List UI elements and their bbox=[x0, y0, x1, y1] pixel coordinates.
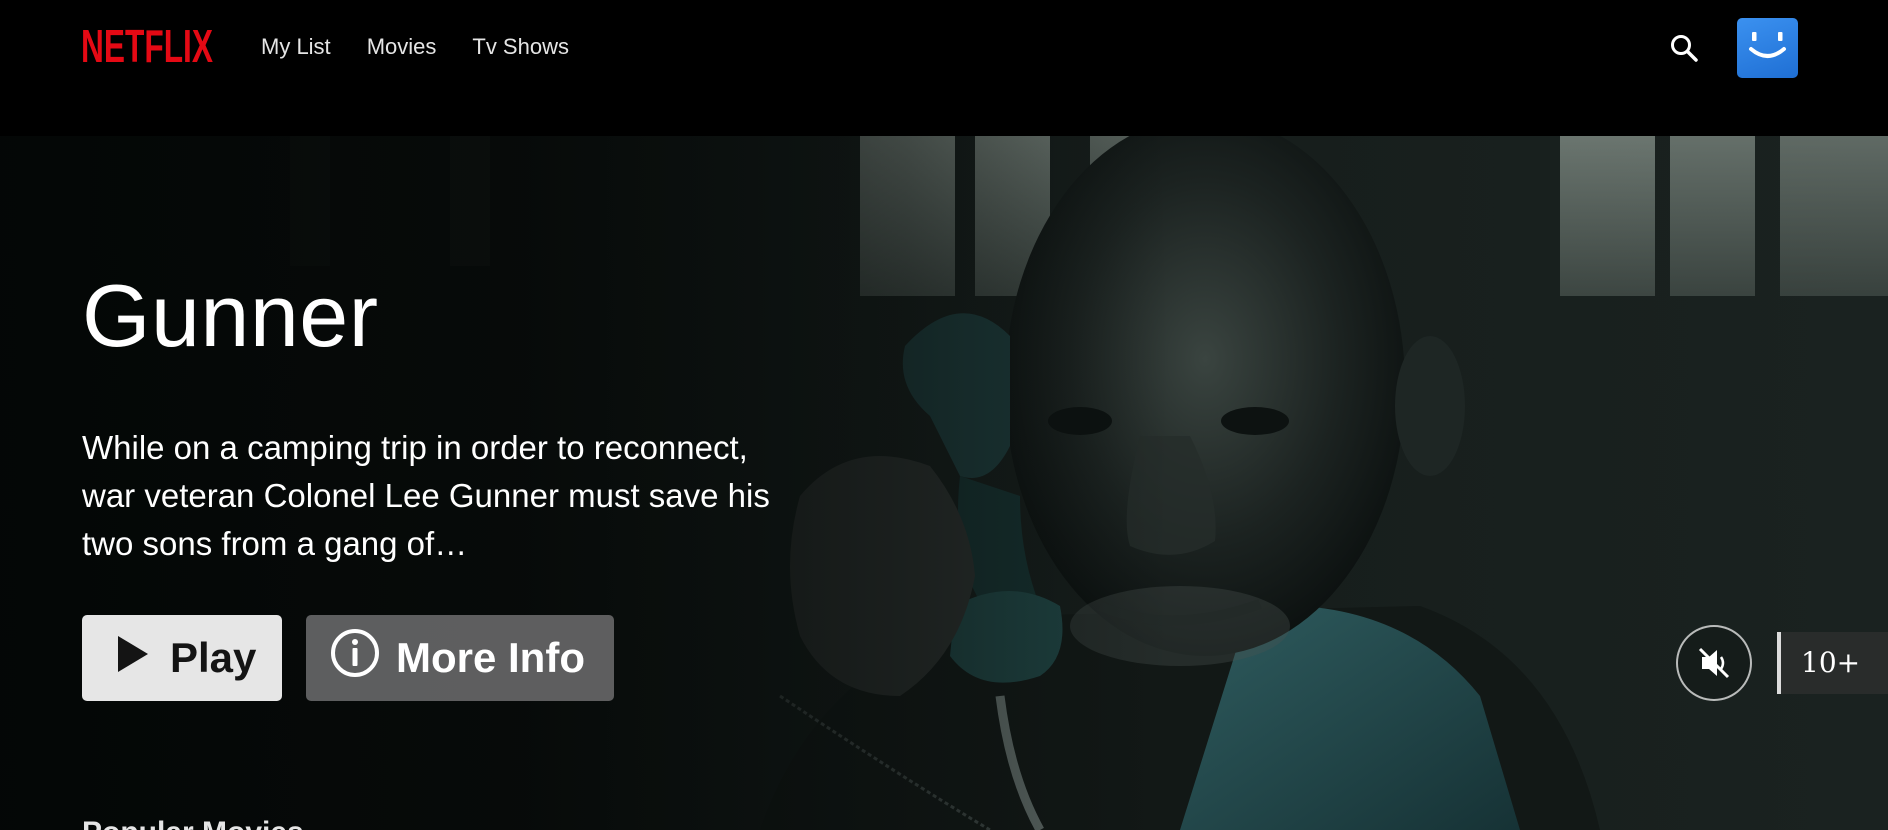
search-icon bbox=[1671, 35, 1698, 62]
maturity-rating-badge: 10+ bbox=[1777, 632, 1888, 694]
nav-link-my-list[interactable]: My List bbox=[261, 34, 331, 60]
search-button[interactable] bbox=[1668, 32, 1700, 64]
play-button-label: Play bbox=[170, 634, 257, 681]
nav-link-movies[interactable]: Movies bbox=[367, 34, 437, 60]
row-heading-popular-movies: Popular Movies bbox=[82, 816, 304, 830]
info-icon bbox=[330, 628, 380, 688]
netflix-logo[interactable]: NETFLIX bbox=[81, 22, 213, 68]
svg-text:NETFLIX: NETFLIX bbox=[81, 22, 213, 68]
volume-muted-icon bbox=[1698, 647, 1730, 679]
play-icon bbox=[118, 634, 148, 682]
top-nav: NETFLIX My List Movies Tv Shows bbox=[0, 0, 1888, 136]
more-info-button[interactable]: More Info bbox=[306, 615, 614, 701]
play-button[interactable]: Play bbox=[82, 615, 282, 701]
smiley-avatar-icon bbox=[1749, 32, 1786, 58]
hero-synopsis: While on a camping trip in order to reco… bbox=[82, 429, 770, 562]
hero-billboard: Gunner While on a camping trip in order … bbox=[0, 136, 1888, 830]
primary-nav: My List Movies Tv Shows bbox=[261, 34, 569, 60]
profile-avatar[interactable] bbox=[1737, 18, 1798, 78]
nav-link-tv-shows[interactable]: Tv Shows bbox=[472, 34, 569, 60]
mute-toggle-button[interactable] bbox=[1676, 625, 1752, 701]
hero-title: Gunner bbox=[82, 266, 379, 365]
more-info-button-label: More Info bbox=[396, 634, 585, 681]
